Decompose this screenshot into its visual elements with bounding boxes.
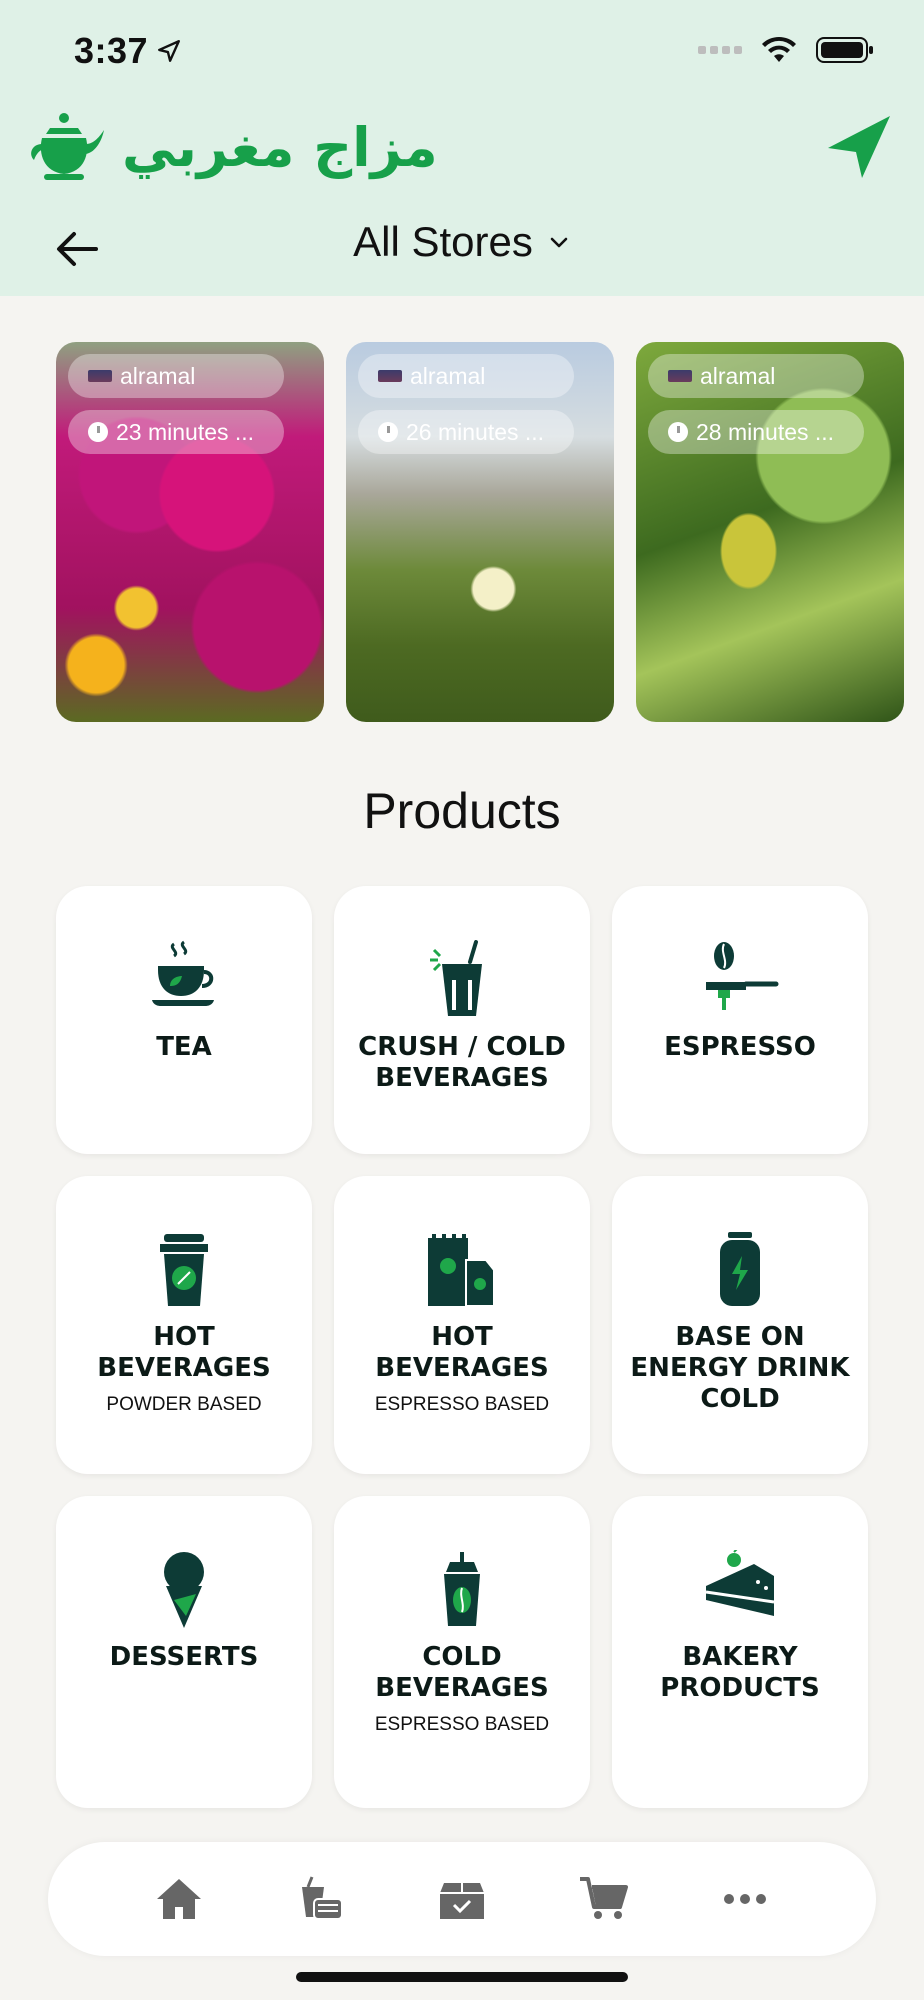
energy-can-icon (720, 1232, 760, 1306)
status-time: 3:37 (74, 30, 182, 72)
brand-logo: مزاج مغربي (22, 110, 438, 184)
signal-icon (698, 46, 742, 54)
navigation-icon[interactable] (822, 110, 894, 182)
flag-icon (378, 370, 402, 382)
stories-row: alramal 23 minutes ... alramal 26 minute… (56, 342, 904, 722)
story-time-badge: 26 minutes ... (358, 410, 574, 454)
ice-cream-icon (164, 1552, 204, 1628)
category-card-crush-cold[interactable]: CRUSH / COLD BEVERAGES (334, 886, 590, 1154)
story-store-badge: alramal (68, 354, 284, 398)
category-subtitle: POWDER BASED (106, 1394, 262, 1415)
battery-icon (816, 37, 873, 63)
box-icon[interactable] (436, 1873, 488, 1925)
story-store-badge: alramal (358, 354, 574, 398)
story-time-badge: 28 minutes ... (648, 410, 864, 454)
category-card-energy[interactable]: BASE ON ENERGY DRINK COLD (612, 1176, 868, 1474)
more-icon[interactable] (719, 1873, 771, 1925)
story-card[interactable]: alramal 26 minutes ... (346, 342, 614, 722)
category-title: CRUSH / COLD BEVERAGES (358, 1032, 566, 1093)
story-store-name: alramal (700, 362, 776, 389)
story-card[interactable]: alramal 28 minutes ... (636, 342, 904, 722)
home-icon[interactable] (153, 1873, 205, 1925)
category-title: BASE ON ENERGY DRINK COLD (630, 1322, 850, 1414)
status-time-text: 3:37 (74, 30, 149, 71)
category-card-espresso[interactable]: ESPRESSO (612, 886, 868, 1154)
clock-icon (668, 422, 688, 442)
category-subtitle: ESPRESSO BASED (374, 1714, 550, 1735)
category-card-hot-powder[interactable]: HOT BEVERAGES POWDER BASED (56, 1176, 312, 1474)
teapot-icon (31, 113, 104, 180)
story-time: 23 minutes ... (116, 418, 255, 445)
wifi-icon (762, 36, 796, 62)
home-indicator (296, 1972, 628, 1982)
teacup-icon (152, 940, 214, 1007)
bottom-nav-bar (48, 1842, 876, 1956)
iced-coffee-icon (444, 1552, 480, 1626)
app-header: 3:37 مزاج مغربي All Stores (0, 0, 924, 296)
category-subtitle: ESPRESSO BASED (374, 1394, 550, 1415)
category-card-bakery[interactable]: BAKERY PRODUCTS (612, 1496, 868, 1808)
coffee-bags-icon (428, 1234, 495, 1307)
chevron-down-icon (550, 237, 568, 248)
brand-name: مزاج مغربي (122, 115, 438, 179)
store-selector-label: All Stores (353, 218, 533, 265)
story-store-badge: alramal (648, 354, 864, 398)
story-time-badge: 23 minutes ... (68, 410, 284, 454)
store-selector[interactable]: All Stores (0, 218, 924, 266)
story-store-name: alramal (120, 362, 196, 389)
category-title: HOT BEVERAGES (97, 1322, 271, 1383)
story-time: 28 minutes ... (696, 418, 835, 445)
espresso-machine-icon (706, 942, 779, 1010)
clock-icon (378, 422, 398, 442)
flag-icon (88, 370, 112, 382)
clock-icon (88, 422, 108, 442)
story-card[interactable]: alramal 23 minutes ... (56, 342, 324, 722)
story-time: 26 minutes ... (406, 418, 545, 445)
category-title: TEA (156, 1032, 212, 1062)
status-icons (698, 36, 874, 64)
category-card-cold-espresso[interactable]: COLD BEVERAGES ESPRESSO BASED (334, 1496, 590, 1808)
flag-icon (668, 370, 692, 382)
category-title: COLD BEVERAGES (375, 1642, 549, 1703)
products-heading: Products (363, 783, 561, 839)
category-card-desserts[interactable]: DESSERTS (56, 1496, 312, 1808)
category-title: BAKERY PRODUCTS (660, 1642, 820, 1703)
category-title: HOT BEVERAGES (375, 1322, 549, 1383)
location-arrow-icon (158, 40, 181, 62)
category-card-hot-espresso[interactable]: HOT BEVERAGES ESPRESSO BASED (334, 1176, 590, 1474)
story-store-name: alramal (410, 362, 486, 389)
category-card-tea[interactable]: TEA (56, 886, 312, 1154)
cart-icon[interactable] (578, 1873, 630, 1925)
cake-slice-icon (705, 1550, 775, 1616)
category-title: DESSERTS (109, 1642, 259, 1672)
orders-icon[interactable] (294, 1873, 346, 1925)
cold-drink-icon (430, 940, 482, 1016)
category-title: ESPRESSO (664, 1032, 816, 1062)
coffee-cup-icon (160, 1234, 208, 1306)
